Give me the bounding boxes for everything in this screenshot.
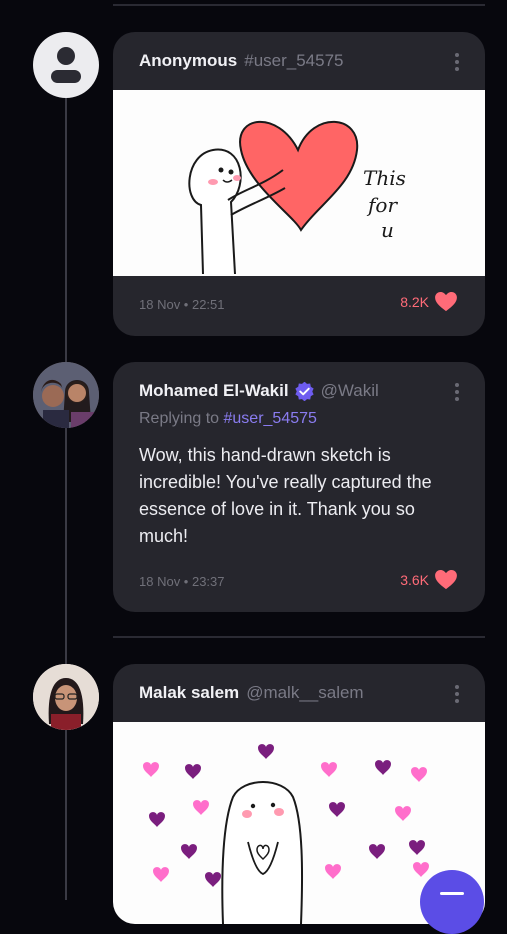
more-options-icon[interactable] xyxy=(455,383,459,401)
author-name[interactable]: Mohamed El-Wakil xyxy=(139,381,289,401)
author-name[interactable]: Malak salem xyxy=(139,683,239,703)
profile-photo xyxy=(33,362,99,428)
heart-icon xyxy=(435,292,457,312)
post-header: Anonymous #user_54575 xyxy=(113,32,485,90)
post-timestamp: 18 Nov • 22:51 xyxy=(139,297,225,312)
post-divider xyxy=(113,636,485,638)
author-handle[interactable]: @Wakil xyxy=(321,381,379,401)
top-divider xyxy=(113,4,485,6)
avatar-malak[interactable] xyxy=(33,664,99,730)
author-name[interactable]: Anonymous xyxy=(139,51,237,71)
post-header: Mohamed El-Wakil @Wakil xyxy=(113,362,485,420)
verified-badge-icon xyxy=(294,381,314,401)
compose-button[interactable] xyxy=(420,870,484,934)
compose-icon xyxy=(440,892,464,895)
post-header: Malak salem @malk__salem xyxy=(113,664,485,722)
post-card[interactable]: Mohamed El-Wakil @Wakil Replying to #use… xyxy=(113,362,485,612)
sketch-text-line: u xyxy=(381,218,394,242)
avatar-anonymous[interactable] xyxy=(33,32,99,98)
like-button[interactable]: 3.6K xyxy=(400,570,457,590)
default-user-icon xyxy=(51,47,81,83)
like-count: 3.6K xyxy=(400,572,429,588)
post-image[interactable]: This for u xyxy=(113,90,485,276)
post-timestamp: 18 Nov • 23:37 xyxy=(139,574,225,589)
sketch-heart-image: This for u xyxy=(188,120,406,275)
avatar-mohamed[interactable] xyxy=(33,362,99,428)
author-handle[interactable]: @malk__salem xyxy=(246,683,363,703)
like-count: 8.2K xyxy=(400,294,429,310)
more-options-icon[interactable] xyxy=(455,53,459,71)
author-handle[interactable]: #user_54575 xyxy=(244,51,343,71)
post-card[interactable]: Anonymous #user_54575 This for u 18 Nov … xyxy=(113,32,485,336)
more-options-icon[interactable] xyxy=(455,685,459,703)
heart-icon xyxy=(435,570,457,590)
thread-line xyxy=(65,96,67,900)
post-text: Wow, this hand-drawn sketch is incredibl… xyxy=(139,445,432,546)
profile-photo xyxy=(33,664,99,730)
like-button[interactable]: 8.2K xyxy=(400,292,457,312)
sketch-text-line: for xyxy=(366,193,398,217)
sketch-text-line: This xyxy=(363,166,406,190)
